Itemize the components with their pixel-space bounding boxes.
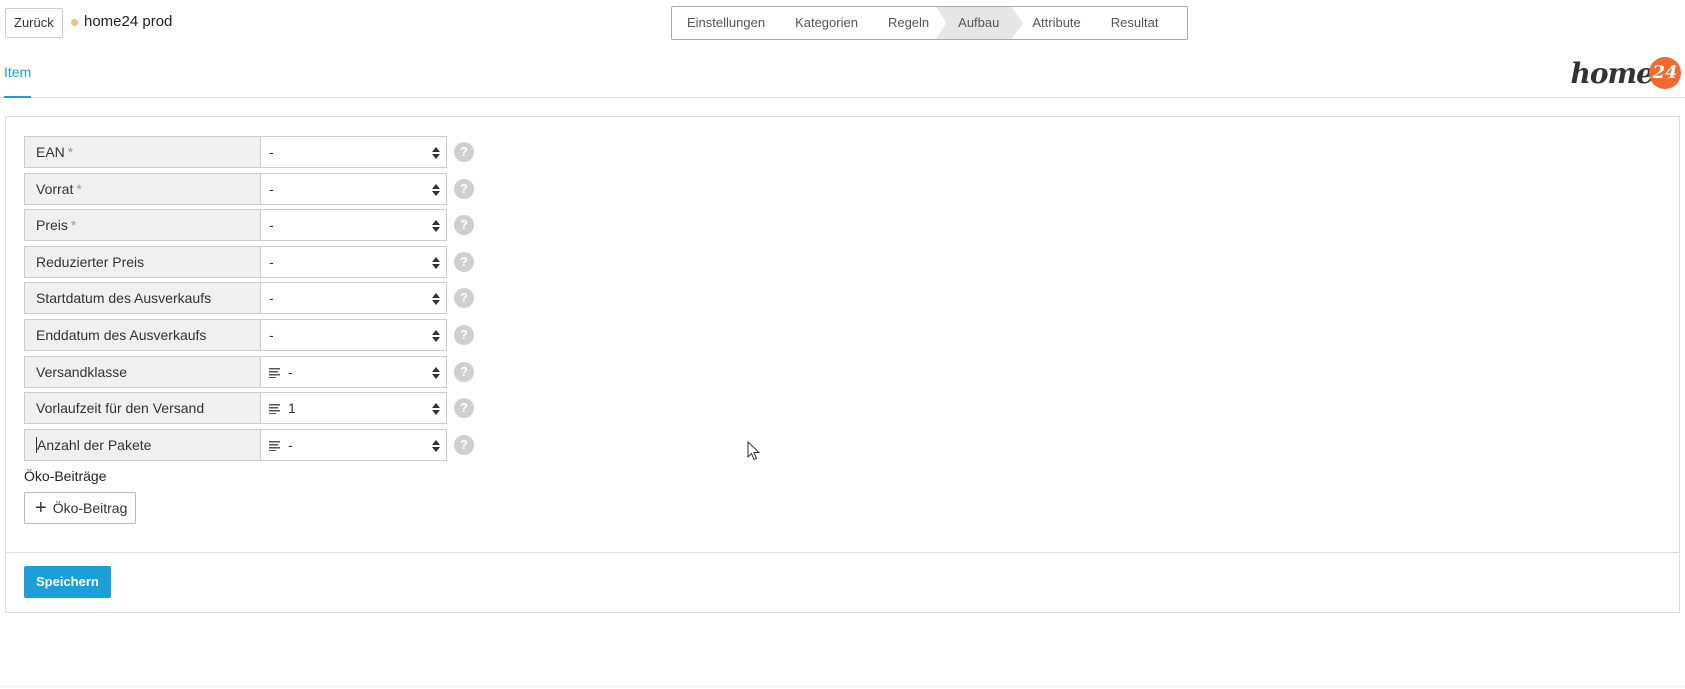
field-label-text: Vorrat (36, 180, 74, 197)
brand-logo-badge: 24 (1649, 57, 1681, 89)
field-label: Enddatum des Ausverkaufs (24, 318, 260, 351)
form-panel: EAN * -? Vorrat * -? Preis * -? Reduzierter Preis… (5, 116, 1680, 613)
brand-logo: home 24 (1571, 56, 1681, 90)
select-arrows-icon (432, 366, 440, 379)
field-select[interactable]: - (260, 318, 447, 351)
page-bottom-divider (0, 686, 1685, 687)
field-label-text: EAN (36, 144, 65, 160)
page-title: home24 prod (84, 13, 173, 30)
help-icon[interactable]: ? (454, 398, 474, 419)
text-lines-icon (269, 404, 280, 415)
field-label: Reduzierter Preis (24, 245, 260, 278)
field-select-value: - (269, 180, 274, 197)
field-select[interactable]: - (260, 282, 447, 315)
mouse-pointer-icon (747, 441, 761, 461)
field-label: EAN * (24, 136, 260, 168)
field-select-value: - (269, 326, 274, 343)
field-select[interactable]: 1 (260, 392, 447, 425)
mapping-form: EAN * -? Vorrat * -? Preis * -? Reduzierter Preis… (24, 136, 474, 465)
step-attribute[interactable]: Attribute (1017, 7, 1095, 39)
help-icon[interactable]: ? (454, 361, 474, 382)
field-select[interactable]: - (260, 172, 447, 205)
select-arrows-icon (432, 147, 440, 159)
form-row: Startdatum des Ausverkaufs -? (24, 282, 474, 315)
tab-item[interactable]: Item (4, 64, 32, 98)
field-label: Vorrat * (24, 172, 260, 205)
step-kategorien[interactable]: Kategorien (780, 7, 873, 39)
field-select-value: - (269, 217, 274, 234)
field-label: Versandklasse (24, 355, 260, 388)
form-row: Vorlaufzeit für den Versand 1? (24, 392, 474, 425)
help-icon[interactable]: ? (454, 178, 474, 199)
field-select-value: 1 (288, 400, 296, 417)
text-lines-icon (269, 440, 280, 451)
top-bar: Zurück home24 prod Einstellungen Kategori… (0, 0, 1685, 46)
field-select[interactable]: - (260, 355, 447, 388)
field-label-text: Vorlaufzeit für den Versand (36, 400, 205, 417)
select-arrows-icon (432, 256, 440, 269)
help-icon[interactable]: ? (454, 434, 474, 455)
help-icon[interactable]: ? (454, 288, 474, 309)
form-row: Enddatum des Ausverkaufs -? (24, 318, 474, 351)
field-select[interactable]: - (260, 245, 447, 278)
step-aufbau[interactable]: Aufbau (936, 7, 1023, 39)
select-arrows-icon (432, 329, 440, 342)
form-row: Preis * -? (24, 209, 474, 242)
field-select-value: - (269, 253, 274, 270)
select-arrows-icon (432, 293, 440, 306)
field-label-text: Reduzierter Preis (36, 253, 145, 270)
back-button[interactable]: Zurück (5, 8, 63, 38)
select-arrows-icon (432, 439, 440, 452)
field-label-text: Anzahl der Pakete (37, 436, 152, 453)
add-eco-contribution-label: Öko-Beitrag (52, 500, 128, 516)
form-row: EAN * -? (24, 136, 474, 168)
tab-bar: Item home 24 (0, 50, 1685, 98)
brand-logo-text: home (1570, 56, 1654, 90)
form-row: Versandklasse -? (24, 355, 474, 388)
required-marker: * (67, 144, 74, 160)
field-label-text: Startdatum des Ausverkaufs (36, 290, 212, 307)
wizard-steps: Einstellungen Kategorien Regeln Aufbau Attri… (671, 6, 1188, 40)
help-icon[interactable]: ? (454, 251, 474, 272)
field-label: Startdatum des Ausverkaufs (24, 282, 260, 315)
field-select[interactable]: - (260, 428, 447, 461)
field-select[interactable]: - (260, 136, 447, 168)
panel-divider (6, 552, 1679, 553)
save-button[interactable]: Speichern (24, 566, 111, 598)
field-select-value: - (288, 363, 293, 380)
field-select[interactable]: - (260, 209, 447, 242)
plus-icon: + (35, 497, 47, 519)
select-arrows-icon (432, 183, 440, 196)
eco-section-title: Öko-Beiträge (24, 468, 107, 484)
field-label: Anzahl der Pakete (24, 428, 260, 461)
step-einstellungen[interactable]: Einstellungen (672, 7, 780, 39)
field-label: Preis * (24, 209, 260, 242)
field-label-text: Preis (36, 217, 68, 234)
form-row: Anzahl der Pakete -? (24, 428, 474, 461)
select-arrows-icon (432, 220, 440, 233)
field-select-value: - (269, 144, 274, 160)
add-eco-contribution-button[interactable]: + Öko-Beitrag (24, 492, 137, 524)
help-icon[interactable]: ? (454, 215, 474, 236)
field-label: Vorlaufzeit für den Versand (24, 392, 260, 425)
required-marker: * (76, 180, 82, 197)
field-select-value: - (288, 436, 293, 453)
field-select-value: - (269, 290, 274, 307)
field-label-text: Enddatum des Ausverkaufs (36, 326, 207, 343)
status-dot (71, 19, 78, 26)
form-row: Vorrat * -? (24, 172, 474, 205)
step-regeln[interactable]: Regeln (873, 7, 944, 39)
field-label-text: Versandklasse (36, 363, 128, 380)
select-arrows-icon (432, 403, 440, 416)
help-icon[interactable]: ? (454, 142, 474, 162)
step-resultat[interactable]: Resultat (1096, 7, 1174, 39)
required-marker: * (70, 217, 77, 234)
text-lines-icon (269, 367, 280, 378)
help-icon[interactable]: ? (454, 324, 474, 345)
form-row: Reduzierter Preis -? (24, 245, 474, 278)
